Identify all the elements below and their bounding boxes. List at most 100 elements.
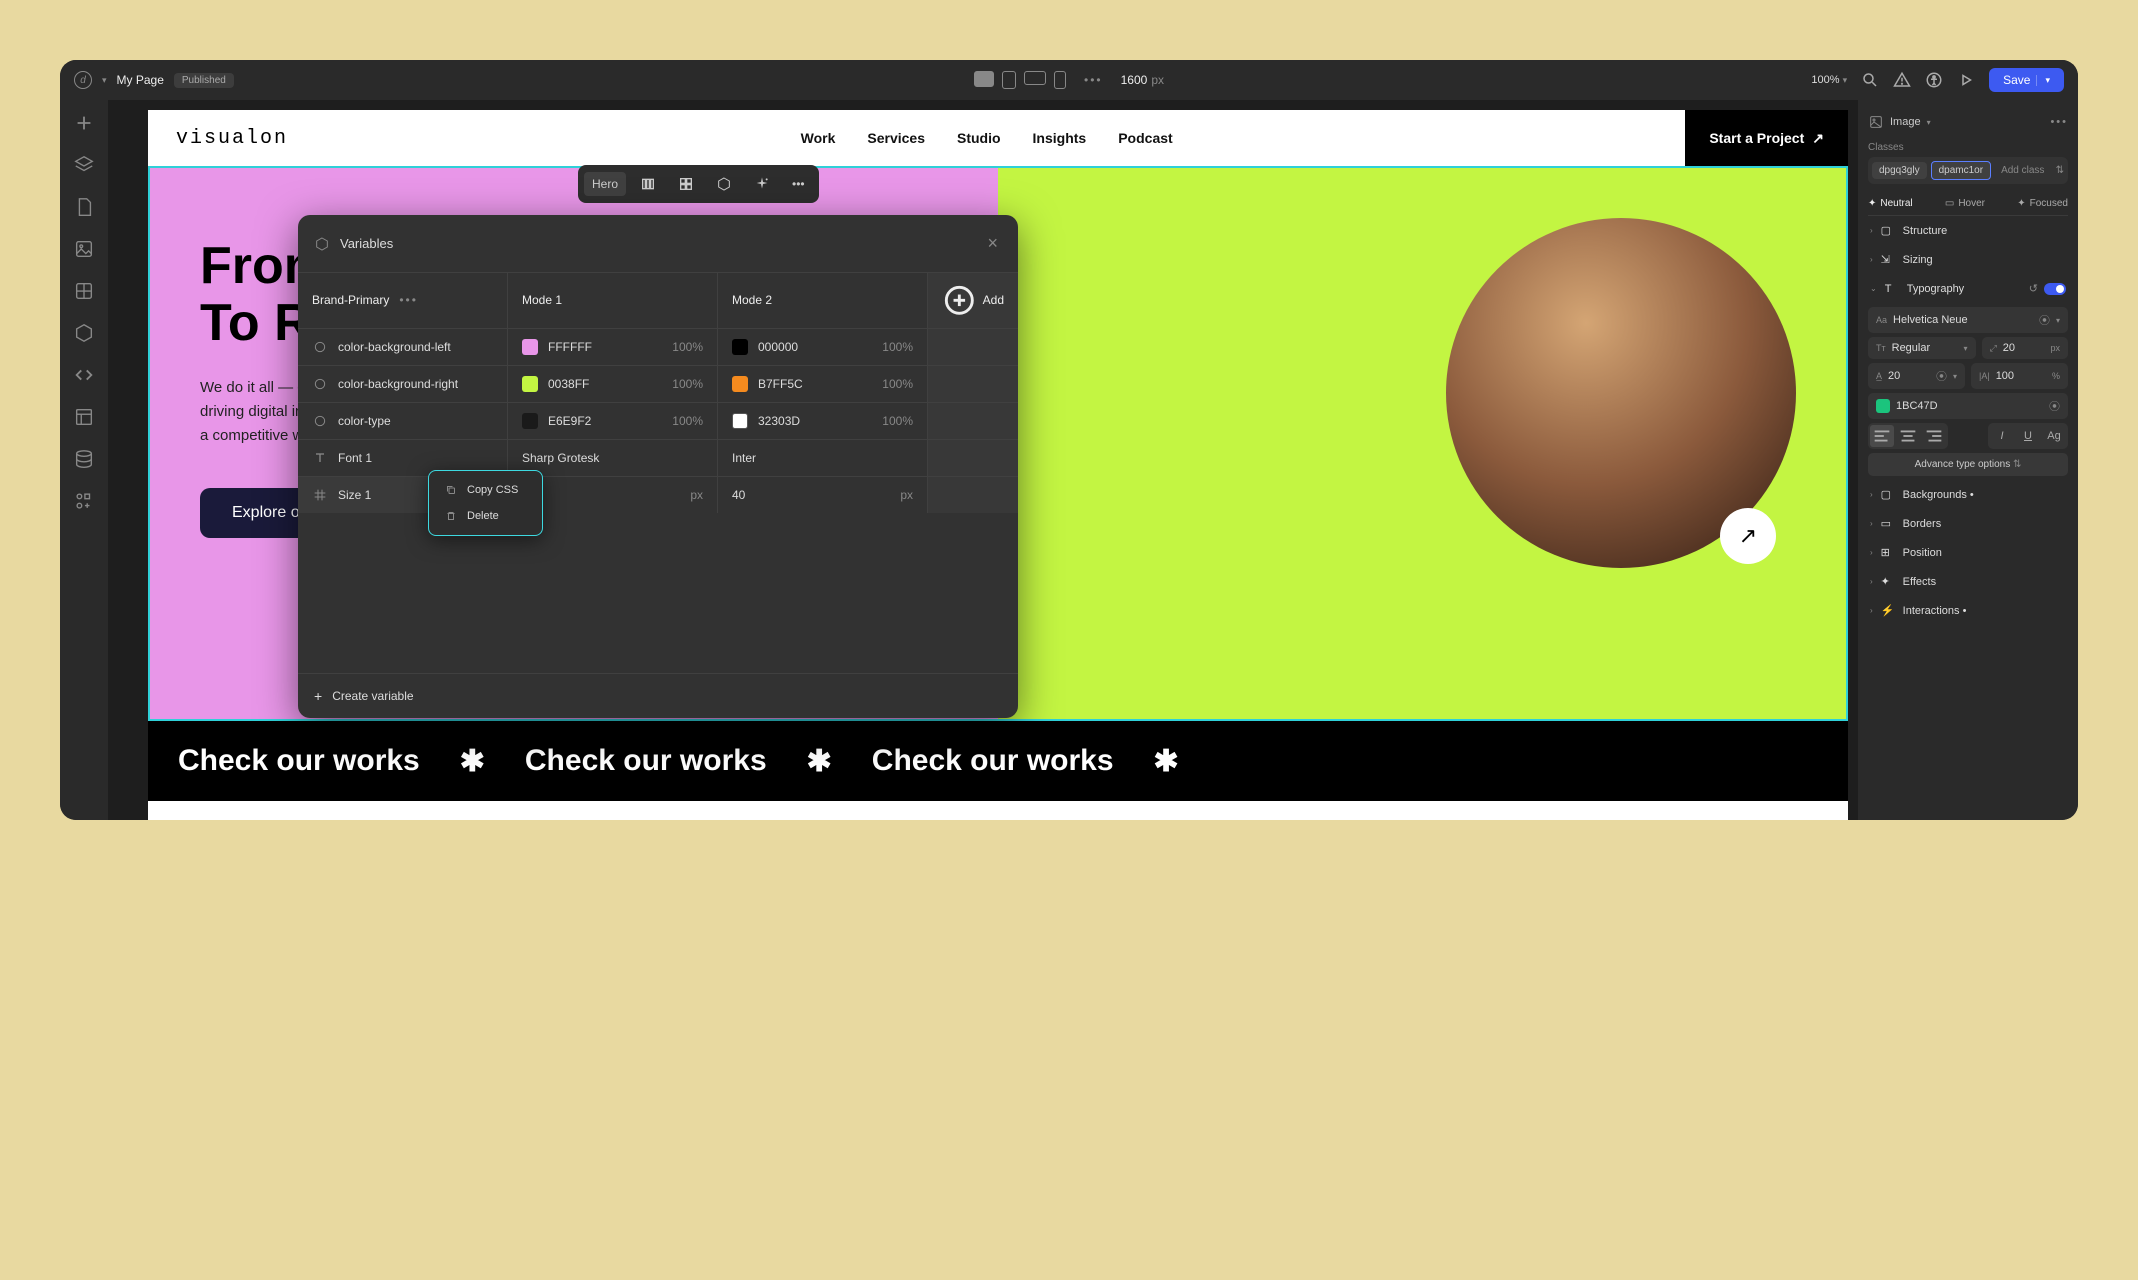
color-var-icon [312, 413, 328, 429]
mode2-header[interactable]: Mode 2 [718, 273, 928, 328]
copy-icon [445, 484, 457, 496]
section-structure[interactable]: ›▢Structure [1868, 216, 2068, 245]
star-icon: ✱ [460, 744, 485, 779]
more-icon[interactable]: ••• [784, 172, 813, 196]
components-icon[interactable] [73, 490, 95, 512]
state-tabs: ✦Neutral ▭Hover ✦Focused [1868, 192, 2068, 216]
font-weight-input[interactable]: TтRegular▾ [1868, 337, 1976, 359]
section-borders[interactable]: ›▭Borders [1868, 509, 2068, 538]
device-phone-icon[interactable] [1054, 71, 1066, 89]
image-icon[interactable] [73, 238, 95, 260]
line-height-input[interactable]: A̲20⦿▾ [1868, 363, 1965, 389]
color-swatch [522, 413, 538, 429]
hexagon-icon[interactable] [708, 171, 740, 197]
advance-type-button[interactable]: Advance type options ⇅ [1868, 453, 2068, 476]
class-chip-active[interactable]: dpamc1or [1931, 161, 1991, 180]
marquee: Check our works ✱ Check our works ✱ Chec… [148, 721, 1848, 801]
element-more-icon[interactable]: ••• [2050, 116, 2068, 128]
device-tablet-icon[interactable] [1002, 71, 1016, 89]
class-chip[interactable]: dpgq3gly [1872, 162, 1927, 179]
database-icon[interactable] [73, 448, 95, 470]
dropdown-chevron[interactable]: ▾ [102, 75, 107, 86]
section-backgrounds[interactable]: ›▢Backgrounds • [1868, 480, 2068, 509]
variable-row[interactable]: color-type E6E9F2100% 32303D100% [298, 402, 1018, 439]
canvas-width[interactable]: 1600px [1121, 73, 1164, 87]
variable-row[interactable]: Font 1 Sharp Grotesk Inter [298, 439, 1018, 476]
zoom-level[interactable]: 100% ▾ [1811, 74, 1847, 86]
close-icon[interactable]: × [983, 229, 1002, 258]
font-size-input[interactable]: ⤢20px [1982, 337, 2068, 359]
section-interactions[interactable]: ›⚡Interactions • [1868, 596, 2068, 625]
create-variable-button[interactable]: +Create variable [298, 673, 1018, 718]
typography-toggle[interactable] [2044, 283, 2066, 295]
group-more-icon[interactable]: ••• [399, 293, 418, 307]
more-breakpoints-icon[interactable]: ••• [1084, 73, 1103, 87]
trash-icon [445, 510, 457, 522]
variable-row-active[interactable]: Size 1••• 40px 40px [298, 476, 1018, 513]
sort-icon[interactable]: ⇅ [2056, 165, 2064, 176]
circle-arrow-button[interactable]: ↗ [1720, 508, 1776, 564]
marquee-text: Check our works [525, 744, 767, 778]
warning-icon[interactable] [1893, 71, 1911, 89]
variables-modal: Variables × Brand-Primary ••• Mode 1 Mod… [298, 215, 1018, 718]
template-icon[interactable] [73, 406, 95, 428]
app-logo[interactable]: d [74, 71, 92, 89]
size-var-icon [312, 487, 328, 503]
nav-item[interactable]: Work [801, 130, 836, 146]
variable-row[interactable]: color-background-left FFFFFF100% 0000001… [298, 328, 1018, 365]
topbar: d ▾ My Page Published ••• 1600px 100% ▾ [60, 60, 2078, 100]
layers-icon[interactable] [73, 154, 95, 176]
section-position[interactable]: ›⊞Position [1868, 538, 2068, 567]
variables-icon[interactable] [73, 322, 95, 344]
add-mode-button[interactable]: Add [928, 273, 1018, 328]
nav-item[interactable]: Services [867, 130, 925, 146]
section-sizing[interactable]: ›⇲Sizing [1868, 245, 2068, 274]
classes-input[interactable]: dpgq3gly dpamc1or Add class ⇅ [1868, 157, 2068, 184]
add-class-placeholder[interactable]: Add class [1995, 162, 2050, 179]
nav-item[interactable]: Podcast [1118, 130, 1172, 146]
sparkle-icon[interactable] [746, 171, 778, 197]
start-project-button[interactable]: Start a Project↗ [1685, 110, 1848, 166]
text-color-input[interactable]: 1BC47D⦿ [1868, 393, 2068, 419]
nav-item[interactable]: Studio [957, 130, 1001, 146]
delete-item[interactable]: Delete [435, 503, 536, 529]
italic-icon[interactable]: I [1990, 425, 2014, 447]
modal-title: Variables [340, 236, 973, 251]
state-neutral[interactable]: ✦Neutral [1868, 198, 1913, 209]
align-right-icon[interactable] [1922, 425, 1946, 447]
reset-icon[interactable]: ↺ [2029, 282, 2038, 295]
copy-css-item[interactable]: Copy CSS [435, 477, 536, 503]
search-icon[interactable] [1861, 71, 1879, 89]
code-icon[interactable] [73, 364, 95, 386]
align-left-icon[interactable] [1870, 425, 1894, 447]
group-name-header[interactable]: Brand-Primary ••• [298, 273, 508, 328]
state-focused[interactable]: ✦Focused [2017, 198, 2068, 209]
section-effects[interactable]: ›✦Effects [1868, 567, 2068, 596]
design-icon[interactable] [73, 280, 95, 302]
align-center-icon[interactable] [1896, 425, 1920, 447]
marquee-text: Check our works [178, 744, 420, 778]
letter-spacing-input[interactable]: |A|100% [1971, 363, 2068, 389]
state-hover[interactable]: ▭Hover [1945, 198, 1985, 209]
pages-icon[interactable] [73, 196, 95, 218]
star-icon: ✱ [807, 744, 832, 779]
classes-label: Classes [1868, 142, 2068, 153]
device-laptop-icon[interactable] [1024, 71, 1046, 85]
grid-icon[interactable] [670, 171, 702, 197]
selection-toolbar: Hero ••• [578, 165, 819, 203]
play-icon[interactable] [1957, 71, 1975, 89]
accessibility-icon[interactable] [1925, 71, 1943, 89]
element-type: Image [1890, 116, 1921, 128]
section-typography[interactable]: ⌄TTypography ↺ [1868, 274, 2068, 303]
selection-label[interactable]: Hero [584, 172, 626, 196]
add-icon[interactable] [73, 112, 95, 134]
save-button[interactable]: Save▾ [1989, 68, 2064, 92]
underline-icon[interactable]: U [2016, 425, 2040, 447]
columns-icon[interactable] [632, 171, 664, 197]
font-family-input[interactable]: AaHelvetica Neue⦿▾ [1868, 307, 2068, 333]
mode1-header[interactable]: Mode 1 [508, 273, 718, 328]
text-transform-icon[interactable]: Ag [2042, 425, 2066, 447]
nav-item[interactable]: Insights [1033, 130, 1087, 146]
variable-row[interactable]: color-background-right 0038FF100% B7FF5C… [298, 365, 1018, 402]
device-desktop-icon[interactable] [974, 71, 994, 87]
